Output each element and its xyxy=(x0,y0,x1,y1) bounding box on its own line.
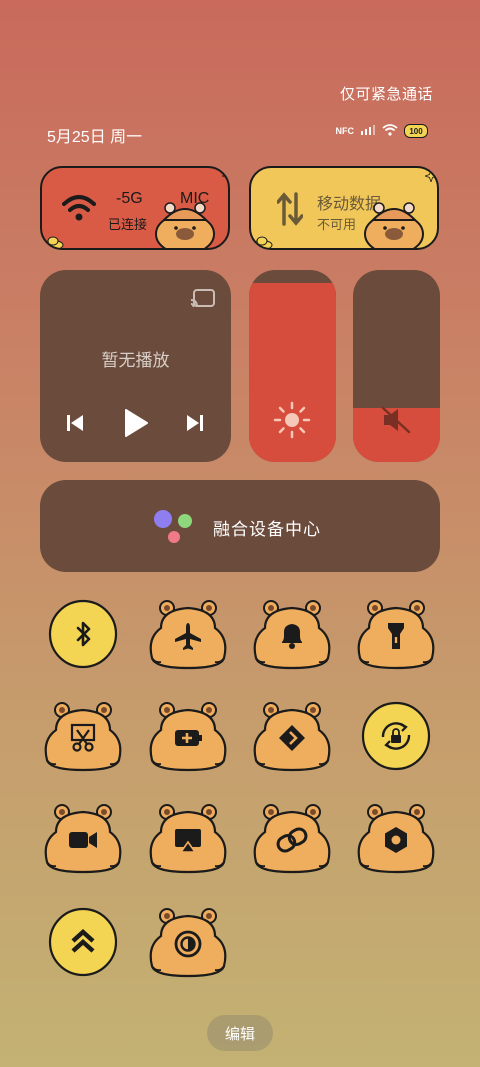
star-icon xyxy=(425,170,437,182)
wifi-name: -5G xyxy=(116,190,143,207)
next-track-icon[interactable] xyxy=(185,413,205,433)
gold-ingot-icon xyxy=(42,236,64,248)
wifi-tile[interactable]: -5G MIC 已连接 xyxy=(40,166,230,250)
media-player-card: 暂无播放 xyxy=(40,270,231,462)
gold-ingot-icon xyxy=(251,236,273,248)
qs-battery-saver-button[interactable] xyxy=(147,698,229,774)
qs-rotation-lock-button[interactable] xyxy=(355,698,437,774)
mobile-data-tile[interactable]: 移动数据 不可用 xyxy=(249,166,439,250)
status-icons: NFC 100 xyxy=(335,124,428,138)
signal-icon xyxy=(360,124,376,138)
wifi-icon xyxy=(62,195,96,221)
fusion-label: 融合设备中心 xyxy=(213,520,321,539)
qs-airplane-button[interactable] xyxy=(147,596,229,672)
qs-notification-button[interactable] xyxy=(251,596,333,672)
battery-icon: 100 xyxy=(404,124,428,138)
qs-flashlight-button[interactable] xyxy=(355,596,437,672)
bear-mascot-icon xyxy=(155,202,215,248)
qs-link-button[interactable] xyxy=(251,800,333,876)
qs-screen-record-button[interactable] xyxy=(42,800,124,876)
wifi-status: 已连接 xyxy=(108,217,148,232)
cast-icon[interactable] xyxy=(190,288,216,310)
fusion-device-center[interactable]: 融合设备中心 xyxy=(40,480,440,572)
qs-bluetooth-button[interactable] xyxy=(42,596,124,672)
star-icon xyxy=(222,170,228,182)
previous-track-icon[interactable] xyxy=(65,413,85,433)
media-title: 暂无播放 xyxy=(101,351,170,370)
qs-share-button[interactable] xyxy=(251,698,333,774)
qs-performance-button[interactable] xyxy=(42,904,124,980)
qs-nfc-button[interactable] xyxy=(355,800,437,876)
emergency-call-text: 仅可紧急通话 xyxy=(339,86,433,103)
data-arrows-icon xyxy=(277,192,303,226)
sun-icon xyxy=(273,401,311,439)
nfc-icon: NFC xyxy=(335,126,355,136)
mobile-data-status: 不可用 xyxy=(317,217,357,232)
volume-slider[interactable] xyxy=(353,270,440,462)
play-icon[interactable] xyxy=(123,408,149,438)
date-text: 5月25日 周一 xyxy=(47,129,143,146)
qs-screenshot-button[interactable] xyxy=(42,698,124,774)
qs-screen-cast-button[interactable] xyxy=(147,800,229,876)
fusion-dots-icon xyxy=(154,510,192,543)
battery-plus-icon xyxy=(175,730,202,746)
brightness-slider[interactable] xyxy=(249,270,336,462)
qs-dark-mode-button[interactable] xyxy=(147,904,229,980)
speaker-muted-icon xyxy=(381,406,411,434)
wifi-status-icon xyxy=(382,124,398,138)
bear-mascot-icon xyxy=(364,202,424,248)
edit-button[interactable]: 编辑 xyxy=(207,1015,273,1051)
